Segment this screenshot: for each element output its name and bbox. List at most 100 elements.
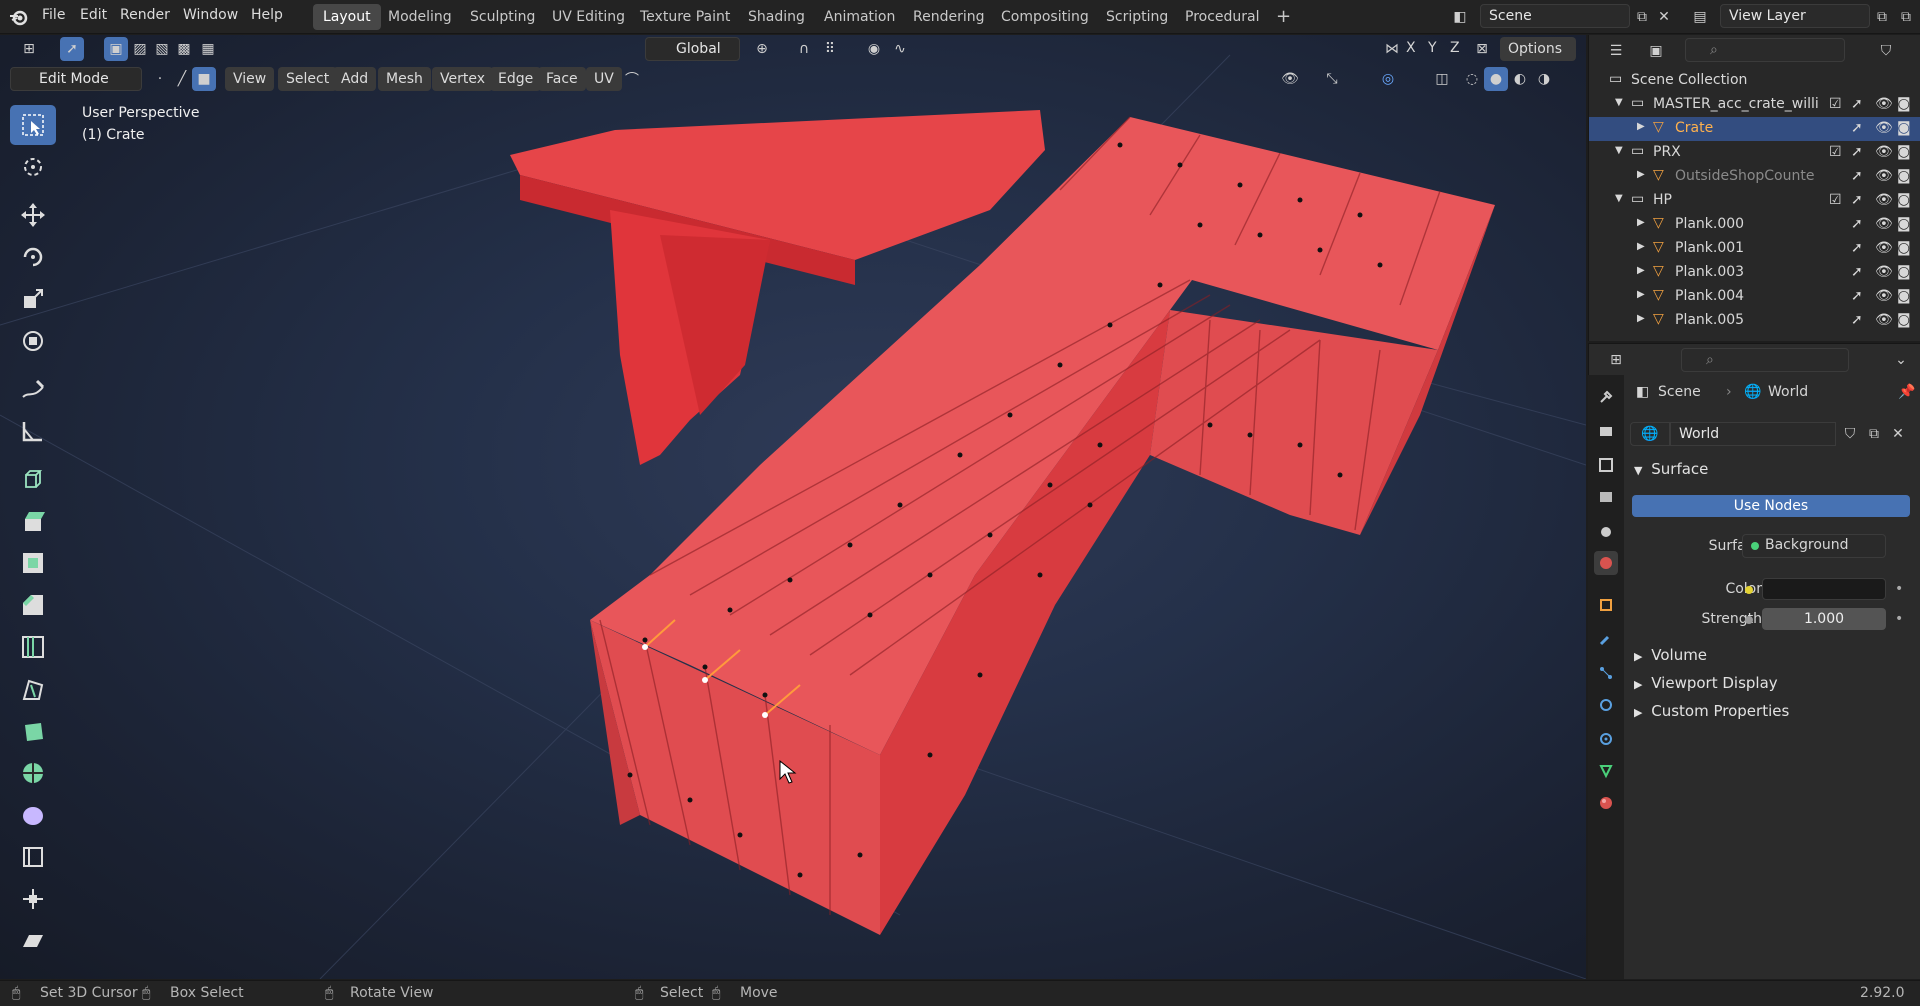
world-browse-icon[interactable]: 🌐: [1630, 422, 1670, 446]
tab-texture-paint[interactable]: Texture Paint: [630, 4, 740, 30]
object-tab-icon[interactable]: [1594, 593, 1618, 617]
selectable-toggle-icon[interactable]: ➚: [1851, 120, 1863, 136]
solid-shading-icon[interactable]: ●: [1484, 67, 1508, 91]
selectable-toggle-icon[interactable]: ➚: [1851, 168, 1863, 184]
cursor-tool-icon[interactable]: [10, 147, 56, 187]
spin-tool-icon[interactable]: [10, 753, 56, 793]
tab-uv-editing[interactable]: UV Editing: [542, 4, 635, 30]
menu-render[interactable]: Render: [120, 7, 170, 23]
knife-tool-icon[interactable]: [10, 669, 56, 709]
visibility-icon[interactable]: 👁: [1278, 67, 1302, 91]
visibility-toggle-icon[interactable]: 👁: [1875, 144, 1893, 160]
tab-modeling[interactable]: Modeling: [378, 4, 462, 30]
delete-view-layer-icon[interactable]: ⧉: [1894, 5, 1918, 29]
render-toggle-icon[interactable]: ◙: [1897, 168, 1911, 184]
panel-options-icon[interactable]: ⌄: [1889, 348, 1913, 372]
edge-select-icon[interactable]: ╱: [170, 67, 194, 91]
mirror-icon[interactable]: ⋈: [1380, 37, 1404, 61]
tool-tab-icon[interactable]: [1594, 385, 1618, 409]
filter-icon[interactable]: ⛉: [1869, 39, 1903, 63]
add-workspace-button[interactable]: +: [1266, 4, 1301, 30]
rotate-tool-icon[interactable]: [10, 237, 56, 277]
world-tab-icon[interactable]: [1594, 551, 1618, 575]
render-toggle-icon[interactable]: ◙: [1897, 96, 1911, 112]
menu-help[interactable]: Help: [251, 7, 283, 23]
viewport-display-panel-header[interactable]: ▶ Viewport Display: [1634, 674, 1778, 692]
collapse-arrow-icon[interactable]: ▶: [1637, 217, 1645, 228]
color-keyframe-icon[interactable]: •: [1895, 581, 1903, 597]
view-layer-tab-icon[interactable]: [1594, 485, 1618, 509]
menu-file[interactable]: File: [42, 7, 65, 23]
menu-edit[interactable]: Edit: [80, 7, 107, 23]
modifier-tab-icon[interactable]: [1594, 627, 1618, 651]
select-new-icon[interactable]: ▣: [104, 37, 128, 61]
exclude-checkbox[interactable]: ☑: [1829, 144, 1842, 160]
menu-window[interactable]: Window: [183, 7, 238, 23]
outliner-collection-row[interactable]: ▼ ▭ MASTER_acc_crate_willi ☑ ➚ 👁 ◙: [1589, 93, 1920, 117]
tab-procedural[interactable]: Procedural: [1175, 4, 1270, 30]
inset-tool-icon[interactable]: [10, 543, 56, 583]
gizmo-icon[interactable]: ⤡: [1320, 67, 1344, 91]
select-intersect-icon[interactable]: ▦: [196, 37, 220, 61]
menu-uv[interactable]: UV: [586, 67, 622, 91]
selectable-toggle-icon[interactable]: ➚: [1851, 96, 1863, 112]
expand-arrow-icon[interactable]: ▼: [1615, 97, 1623, 108]
display-mode-icon[interactable]: ▣: [1639, 39, 1673, 63]
select-box-tool-icon[interactable]: [10, 105, 56, 145]
edge-slide-tool-icon[interactable]: [10, 837, 56, 877]
tab-compositing[interactable]: Compositing: [991, 4, 1099, 30]
material-shading-icon[interactable]: ◐: [1508, 67, 1532, 91]
outliner-collection-row[interactable]: ▼ ▭ HP ☑ ➚ 👁 ◙: [1589, 189, 1920, 213]
collapse-arrow-icon[interactable]: ▶: [1637, 241, 1645, 252]
visibility-toggle-icon[interactable]: 👁: [1875, 312, 1893, 328]
new-scene-icon[interactable]: ⧉: [1630, 5, 1654, 29]
pin-icon[interactable]: 📌: [1898, 384, 1915, 400]
proportional-mesh-icon[interactable]: ⌒: [620, 67, 644, 91]
selectable-toggle-icon[interactable]: ➚: [1851, 264, 1863, 280]
world-name-field[interactable]: World: [1670, 422, 1836, 446]
menu-add[interactable]: Add: [333, 67, 377, 91]
scene-selector[interactable]: Scene: [1480, 4, 1630, 28]
transform-orientation-dropdown[interactable]: Global: [645, 37, 740, 61]
annotate-tool-icon[interactable]: [10, 369, 56, 409]
color-socket-icon[interactable]: [1745, 586, 1753, 594]
render-toggle-icon[interactable]: ◙: [1897, 120, 1911, 136]
overlays-icon[interactable]: ◎: [1376, 67, 1400, 91]
menu-edge[interactable]: Edge: [490, 67, 542, 91]
tool-select-icon[interactable]: ➚: [60, 37, 84, 61]
expand-arrow-icon[interactable]: ▼: [1615, 193, 1623, 204]
scene-icon[interactable]: ◧: [1448, 5, 1472, 29]
exclude-checkbox[interactable]: ☑: [1829, 96, 1842, 112]
shear-tool-icon[interactable]: [10, 921, 56, 961]
visibility-toggle-icon[interactable]: 👁: [1875, 192, 1893, 208]
fake-user-icon[interactable]: ⛉: [1838, 422, 1862, 446]
outliner-object-row[interactable]: ▶ ▽ OutsideShopCounte ➚ 👁 ◙: [1589, 165, 1920, 189]
view-layer-selector[interactable]: View Layer: [1720, 4, 1870, 28]
collapse-arrow-icon[interactable]: ▶: [1637, 169, 1645, 180]
proportional-edit-icon[interactable]: ◉: [862, 37, 886, 61]
menu-vertex[interactable]: Vertex: [432, 67, 494, 91]
extrude-tool-icon[interactable]: [10, 501, 56, 541]
transform-tool-icon[interactable]: [10, 321, 56, 361]
selectable-toggle-icon[interactable]: ➚: [1851, 192, 1863, 208]
scene-tab-icon[interactable]: [1594, 519, 1618, 543]
selectable-toggle-icon[interactable]: ➚: [1851, 144, 1863, 160]
axis-x-toggle[interactable]: X: [1406, 40, 1416, 56]
data-tab-icon[interactable]: [1594, 759, 1618, 783]
outliner-object-row[interactable]: ▶ ▽ Crate ➚ 👁 ◙: [1589, 117, 1920, 141]
surface-panel-header[interactable]: ▼ Surface: [1634, 460, 1708, 478]
visibility-toggle-icon[interactable]: 👁: [1875, 96, 1893, 112]
physics-tab-icon[interactable]: [1594, 693, 1618, 717]
outliner-editor-type-icon[interactable]: ☰: [1599, 39, 1633, 63]
visibility-toggle-icon[interactable]: 👁: [1875, 168, 1893, 184]
collapse-arrow-icon[interactable]: ▶: [1637, 313, 1645, 324]
outliner-collection-row[interactable]: ▭ Scene Collection: [1589, 69, 1920, 93]
outliner-search-input[interactable]: ⌕: [1685, 38, 1845, 62]
auto-merge-icon[interactable]: ⊠: [1470, 37, 1494, 61]
axis-y-toggle[interactable]: Y: [1428, 40, 1437, 56]
editor-type-icon[interactable]: ⊞: [12, 37, 46, 61]
snap-target-icon[interactable]: ⠿: [818, 37, 842, 61]
outliner-object-row[interactable]: ▶ ▽ Plank.001 ➚ 👁 ◙: [1589, 237, 1920, 261]
falloff-icon[interactable]: ∿: [888, 37, 912, 61]
face-select-icon[interactable]: ■: [192, 67, 216, 91]
